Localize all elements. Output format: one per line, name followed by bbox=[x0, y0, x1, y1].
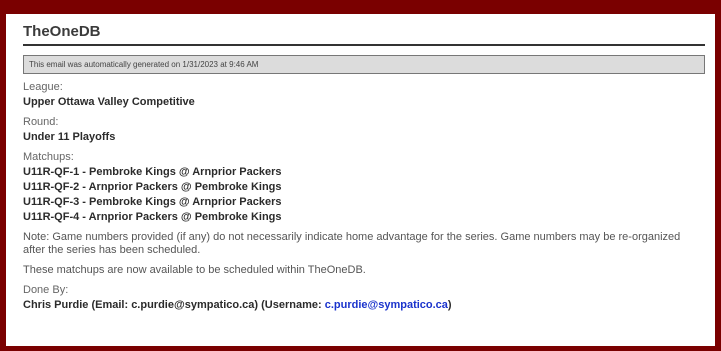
matchup-item: U11R-QF-4 - Arnprior Packers @ Pembroke … bbox=[23, 211, 282, 223]
round-label: Round: bbox=[23, 116, 59, 128]
league-value: Upper Ottawa Valley Competitive bbox=[23, 96, 195, 108]
generated-notice: This email was automatically generated o… bbox=[23, 55, 705, 74]
email-body: TheOneDB This email was automatically ge… bbox=[23, 23, 705, 312]
email-frame: TheOneDB This email was automatically ge… bbox=[6, 14, 715, 346]
round-value: Under 11 Playoffs bbox=[23, 131, 116, 143]
username-email-link[interactable]: c.purdie@sympatico.ca bbox=[325, 299, 448, 311]
done-by-suffix: ) bbox=[447, 299, 452, 311]
league-label: League: bbox=[23, 81, 63, 93]
game-numbers-note: Note: Game numbers provided (if any) do … bbox=[23, 231, 681, 256]
matchups-section: Matchups: U11R-QF-1 - Pembroke Kings @ A… bbox=[23, 151, 705, 225]
done-by-value: Chris Purdie (Email: c.purdie@sympatico.… bbox=[23, 299, 705, 312]
matchup-item: U11R-QF-3 - Pembroke Kings @ Arnprior Pa… bbox=[23, 196, 282, 208]
matchup-item: U11R-QF-2 - Arnprior Packers @ Pembroke … bbox=[23, 181, 282, 193]
done-by-prefix: Chris Purdie (Email: c.purdie@sympatico.… bbox=[23, 299, 325, 311]
availability-note: These matchups are now available to be s… bbox=[23, 264, 366, 276]
brand-title: TheOneDB bbox=[23, 23, 705, 46]
matchup-item: U11R-QF-1 - Pembroke Kings @ Arnprior Pa… bbox=[23, 166, 282, 178]
done-by-label: Done By: bbox=[23, 284, 69, 296]
matchups-label: Matchups: bbox=[23, 151, 74, 163]
